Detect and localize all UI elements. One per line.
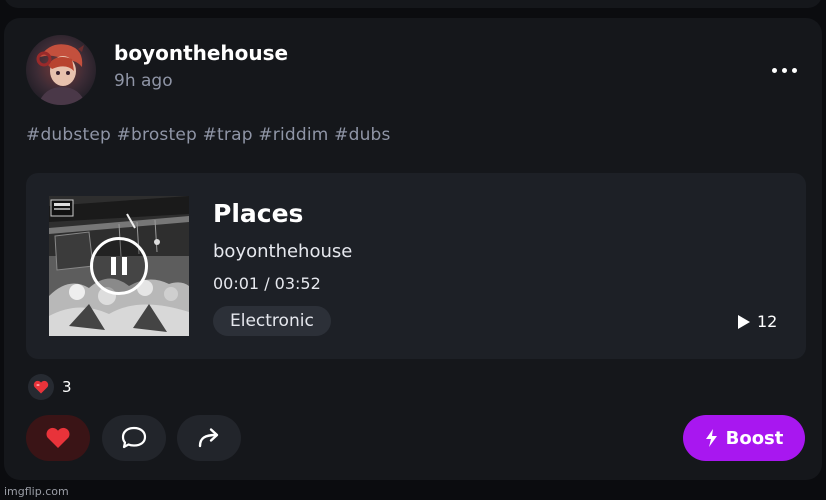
watermark: imgflip.com [4, 485, 69, 498]
comment-icon [121, 426, 147, 449]
share-button[interactable] [177, 415, 241, 461]
reaction-count: 3 [62, 378, 72, 396]
boost-label: Boost [725, 427, 784, 449]
previous-post-card [4, 0, 822, 8]
lightning-icon [705, 429, 717, 447]
track-time: 00:01 / 03:52 [213, 274, 321, 293]
genre-tag[interactable]: Electronic [213, 306, 331, 336]
comment-button[interactable] [102, 415, 166, 461]
track-player: Places boyonthehouse 00:01 / 03:52 Elect… [26, 173, 806, 359]
pause-button[interactable] [90, 237, 148, 295]
track-title[interactable]: Places [213, 199, 303, 228]
reactions-summary[interactable]: 3 [28, 374, 72, 400]
track-artist[interactable]: boyonthehouse [213, 241, 352, 262]
heart-icon [46, 427, 70, 448]
like-button[interactable] [26, 415, 90, 461]
username[interactable]: boyonthehouse [114, 41, 288, 65]
play-count: 12 [738, 312, 777, 331]
play-icon [738, 314, 750, 329]
post-hashtags[interactable]: #dubstep #brostep #trap #riddim #dubs [26, 125, 391, 145]
play-count-value: 12 [757, 312, 778, 331]
more-options-icon[interactable] [764, 64, 804, 76]
heart-emoji-icon [28, 374, 54, 400]
post-timestamp: 9h ago [114, 71, 173, 91]
share-arrow-icon [198, 428, 219, 448]
boost-button[interactable]: Boost [683, 415, 805, 461]
avatar[interactable] [26, 35, 96, 105]
post-card: boyonthehouse 9h ago #dubstep #brostep #… [4, 18, 822, 480]
album-cover [49, 196, 189, 336]
